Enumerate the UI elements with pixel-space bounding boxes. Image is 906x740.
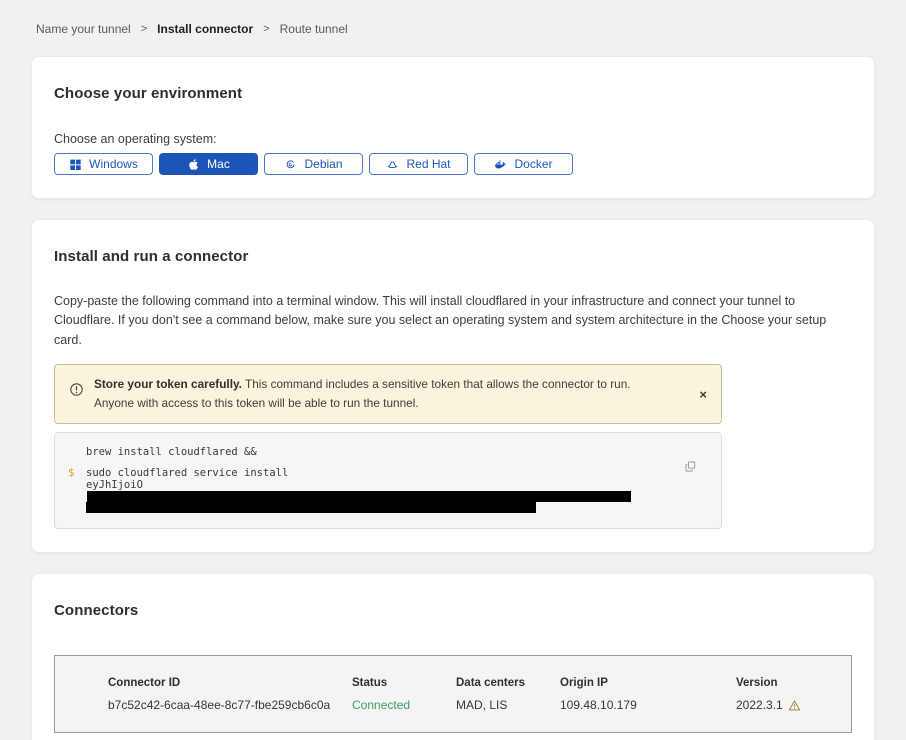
windows-icon xyxy=(69,158,82,171)
token-warning-banner: Store your token carefully. This command… xyxy=(54,364,722,424)
col-header-version: Version xyxy=(736,677,831,689)
col-header-data-centers: Data centers xyxy=(456,677,560,689)
alert-circle-icon xyxy=(69,382,84,402)
version-value: 2022.3.1 xyxy=(736,698,783,712)
table-header-row: Connector ID Status Data centers Origin … xyxy=(108,677,831,689)
data-centers-cell: MAD, LIS xyxy=(456,698,560,712)
breadcrumb-separator: > xyxy=(263,23,269,35)
copy-icon[interactable] xyxy=(683,460,697,474)
col-header-status: Status xyxy=(352,677,456,689)
breadcrumb: Name your tunnel > Install connector > R… xyxy=(31,22,875,36)
close-icon[interactable]: × xyxy=(699,388,707,401)
token-line: eyJhIjoiO xyxy=(86,479,681,515)
origin-ip-cell: 109.48.10.179 xyxy=(560,698,736,712)
page: Name your tunnel > Install connector > R… xyxy=(0,0,906,740)
breadcrumb-separator: > xyxy=(141,23,147,35)
os-button-label: Mac xyxy=(207,157,230,171)
shell-prompt: $ xyxy=(68,467,86,479)
redacted-token-bar xyxy=(86,502,536,513)
connector-id-cell: b7c52c42-6caa-48ee-8c77-fbe259cb6c0a xyxy=(108,698,352,712)
redacted-token-bar xyxy=(87,491,631,502)
connectors-table: Connector ID Status Data centers Origin … xyxy=(54,655,852,733)
connectors-card-title: Connectors xyxy=(54,602,852,619)
code-line-install: sudo cloudflared service install xyxy=(86,467,288,479)
warning-text: Store your token carefully. This command… xyxy=(94,375,689,413)
apple-icon xyxy=(187,158,200,171)
os-button-label: Docker xyxy=(514,157,552,171)
docker-icon xyxy=(494,158,507,171)
debian-icon xyxy=(284,158,297,171)
version-cell: 2022.3.1 xyxy=(736,698,831,712)
col-header-connector-id: Connector ID xyxy=(108,677,352,689)
prompt-gutter xyxy=(68,479,86,515)
warning-title: Store your token carefully. xyxy=(94,377,242,391)
token-prefix: eyJhIjoiO xyxy=(86,479,143,491)
os-button-mac[interactable]: Mac xyxy=(159,153,258,175)
install-card-title: Install and run a connector xyxy=(54,248,852,265)
install-command-code-block: brew install cloudflared && $ sudo cloud… xyxy=(54,432,722,529)
os-button-label: Debian xyxy=(304,157,342,171)
breadcrumb-name-your-tunnel[interactable]: Name your tunnel xyxy=(36,22,131,36)
breadcrumb-install-connector[interactable]: Install connector xyxy=(157,22,253,36)
redhat-icon xyxy=(386,158,399,171)
prompt-gutter xyxy=(68,446,86,458)
os-button-label: Red Hat xyxy=(406,157,450,171)
warning-triangle-icon xyxy=(788,699,801,712)
environment-card-title: Choose your environment xyxy=(54,85,852,102)
code-line-brew: brew install cloudflared && xyxy=(86,446,257,458)
os-button-docker[interactable]: Docker xyxy=(474,153,573,175)
os-button-debian[interactable]: Debian xyxy=(264,153,363,175)
table-row: b7c52c42-6caa-48ee-8c77-fbe259cb6c0a Con… xyxy=(108,698,831,712)
status-badge: Connected xyxy=(352,698,456,712)
os-button-group: Windows Mac Debian Red Hat xyxy=(54,153,852,175)
os-button-redhat[interactable]: Red Hat xyxy=(369,153,468,175)
col-header-origin-ip: Origin IP xyxy=(560,677,736,689)
install-card: Install and run a connector Copy-paste t… xyxy=(31,219,875,553)
connectors-card: Connectors Connector ID Status Data cent… xyxy=(31,573,875,740)
os-select-label: Choose an operating system: xyxy=(54,132,852,146)
breadcrumb-route-tunnel[interactable]: Route tunnel xyxy=(280,22,348,36)
os-button-label: Windows xyxy=(89,157,138,171)
environment-card: Choose your environment Choose an operat… xyxy=(31,56,875,199)
os-button-windows[interactable]: Windows xyxy=(54,153,153,175)
install-description: Copy-paste the following command into a … xyxy=(54,292,852,350)
